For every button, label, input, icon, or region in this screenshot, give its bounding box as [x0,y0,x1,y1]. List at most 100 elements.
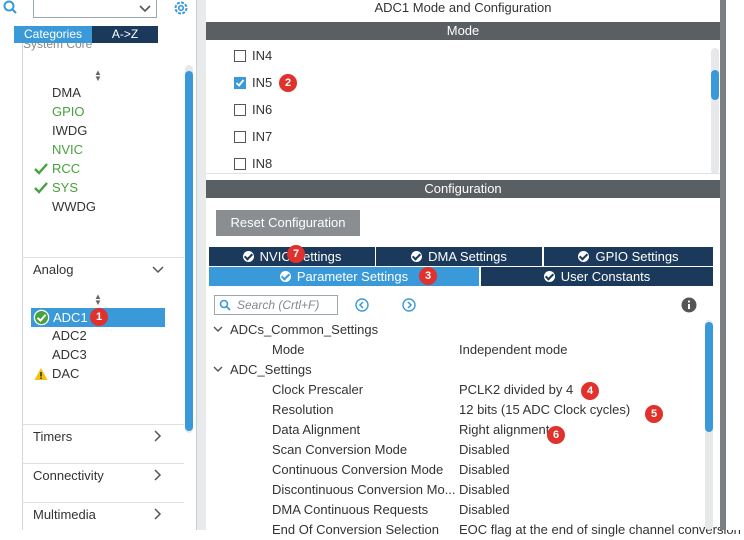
param-value[interactable]: 12 bits (15 ADC Clock cycles) [459,400,630,420]
tab-label: Parameter Settings [296,269,409,284]
param-value[interactable]: Right alignment [459,420,549,440]
badge-2: 2 [279,74,297,92]
tab-a-to-z[interactable]: A->Z [92,26,158,43]
param-group-label: ADC_Settings [230,362,312,377]
arrow-left-icon[interactable] [355,298,369,315]
tab-gpio-settings[interactable]: GPIO Settings [544,247,713,266]
sidebar-item-adc2[interactable]: ADC2 [52,327,87,345]
sidebar-item-dac[interactable]: DAC [52,365,79,383]
param-value[interactable]: Independent mode [459,340,567,360]
param-value[interactable]: PCLK2 divided by 4 [459,380,573,400]
left-panel: Categories A->Z System Core ▲ ▼ DMA GPIO IW… [0,0,196,530]
mode-list: IN4 IN5 IN6 IN7 IN8 [206,42,720,174]
warning-icon [34,367,48,381]
sidebar-item-iwdg[interactable]: IWDG [52,122,87,140]
section-timers-label: Timers [33,429,73,444]
param-name: DMA Continuous Requests [272,502,429,517]
section-connectivity[interactable]: Connectivity [22,463,184,487]
tab-label: GPIO Settings [595,249,679,264]
component-search-bar [0,0,196,22]
reset-configuration-button[interactable]: Reset Configuration [216,210,360,236]
section-connectivity-label: Connectivity [33,468,104,483]
sidebar-item-label: ADC1 [53,310,88,325]
arrow-right-icon[interactable] [402,298,416,315]
sidebar-item-sys[interactable]: SYS [52,179,78,197]
chevron-right-icon [152,425,164,457]
param-value[interactable]: Disabled [459,480,510,500]
mode-scrollbar[interactable] [711,48,719,174]
parameter-search-input[interactable]: Search (Crtl+F) [214,295,338,315]
param-value[interactable]: Disabled [459,440,510,460]
chevron-right-icon [152,464,164,496]
panel-divider[interactable] [196,0,206,530]
param-value[interactable]: EOC flag at the end of single channel co… [459,520,741,540]
tab-dma-settings[interactable]: DMA Settings [376,247,542,266]
system-core-label[interactable]: System Core [23,43,92,51]
chevron-right-icon [152,503,164,535]
section-analog[interactable]: Analog [22,257,184,281]
category-tree: System Core [22,43,195,530]
search-icon[interactable] [2,0,20,21]
check-icon [543,271,555,282]
param-name: Data Alignment [272,422,361,437]
param-value[interactable]: Disabled [459,460,510,480]
param-group[interactable]: ADCs_Common_Settings [212,320,378,340]
sidebar-item-nvic[interactable]: NVIC [52,141,83,159]
search-icon [219,299,231,311]
chevron-down-icon [213,326,223,332]
tab-label: User Constants [560,269,651,284]
tab-categories[interactable]: Categories [14,26,92,43]
check-icon [34,162,48,176]
chevron-down-icon [213,366,223,372]
right-panel-strip[interactable] [720,0,726,530]
configuration-header: Configuration [206,180,720,198]
checkbox[interactable] [234,77,246,89]
gear-icon[interactable] [172,0,190,20]
badge-3: 3 [419,267,437,285]
info-icon[interactable] [681,297,697,316]
param-name: Scan Conversion Mode [272,442,408,457]
sidebar-item-dma[interactable]: DMA [52,84,81,102]
chevron-down-icon [152,258,164,290]
sort-icon[interactable]: ▲ ▼ [93,293,103,307]
sidebar-item-gpio[interactable]: GPIO [52,103,85,121]
param-value[interactable]: Disabled [459,500,510,520]
section-analog-label: Analog [33,262,74,277]
checkbox[interactable] [234,50,246,62]
checkbox[interactable] [234,104,246,116]
mode-item-label: IN8 [252,156,273,171]
check-icon [242,251,254,262]
mode-scrollbar-thumb[interactable] [711,70,719,100]
section-multimedia[interactable]: Multimedia [22,502,184,526]
system-core-section-cut: System Core [23,43,185,52]
parameter-scrollbar[interactable] [705,320,713,530]
tab-parameter-settings[interactable]: Parameter Settings [209,267,479,286]
badge-7: 7 [287,245,305,263]
check-circle-icon [33,309,50,329]
check-icon [279,271,291,282]
left-scrollbar-thumb[interactable] [185,71,193,431]
chevron-down-icon[interactable] [138,2,152,17]
param-name: End Of Conversion Selection [272,522,439,537]
section-timers[interactable]: Timers [22,424,184,448]
checkbox[interactable] [234,131,246,143]
sort-icon[interactable]: ▲ ▼ [93,69,103,83]
tab-user-constants[interactable]: User Constants [481,267,713,286]
left-scrollbar[interactable] [185,65,193,433]
badge-1: 1 [90,308,108,326]
sidebar-item-rcc[interactable]: RCC [52,160,80,178]
mode-header: Mode [206,22,720,40]
param-name: Continuous Conversion Mode [272,462,444,477]
badge-4: 4 [581,382,599,400]
checkbox[interactable] [234,158,246,170]
check-icon [411,251,423,262]
mode-item-label: IN5 [252,75,273,90]
param-group[interactable]: ADC_Settings [212,360,312,380]
param-name: Clock Prescaler [272,382,364,397]
sidebar-item-adc3[interactable]: ADC3 [52,346,87,364]
badge-6: 6 [547,426,565,444]
right-edge [720,0,744,530]
param-name: Discontinuous Conversion Mo... [272,482,456,497]
sidebar-item-wwdg[interactable]: WWDG [52,198,96,216]
parameter-scrollbar-thumb[interactable] [705,322,713,432]
